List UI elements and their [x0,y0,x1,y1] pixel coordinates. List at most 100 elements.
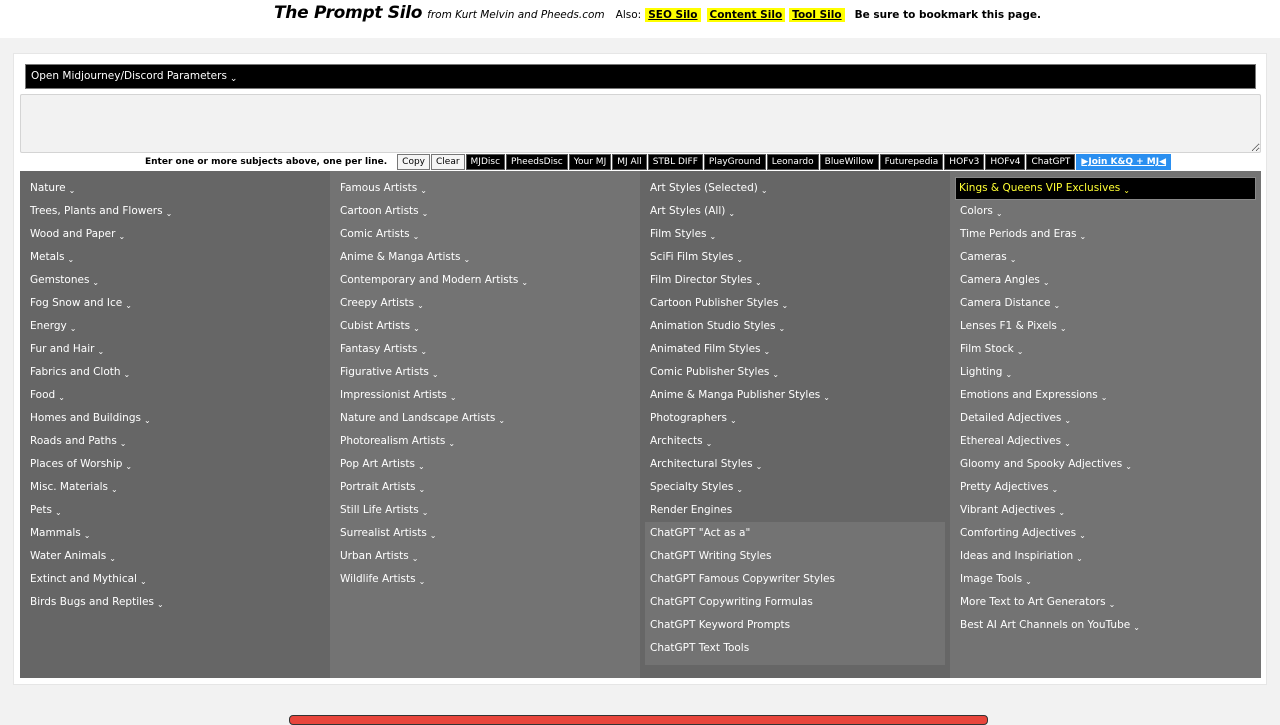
category-item[interactable]: Still Life Artists ⌄ [330,499,640,522]
category-item[interactable]: Time Periods and Eras ⌄ [950,223,1261,246]
category-item[interactable]: Cartoon Publisher Styles ⌄ [640,292,950,315]
category-item[interactable]: Mammals ⌄ [20,522,330,545]
category-item[interactable]: Film Styles ⌄ [640,223,950,246]
category-label: Pop Art Artists [340,458,415,470]
category-item[interactable]: Ethereal Adjectives ⌄ [950,430,1261,453]
category-item[interactable]: Water Animals ⌄ [20,545,330,568]
vip-exclusives-item[interactable]: Kings & Queens VIP Exclusives ⌄ [955,177,1256,200]
category-item[interactable]: Architectural Styles ⌄ [640,453,950,476]
category-item[interactable]: Render Engines [640,499,950,522]
category-item[interactable]: Birds Bugs and Reptiles ⌄ [20,591,330,614]
category-item[interactable]: ChatGPT "Act as a" [645,522,945,545]
category-item[interactable]: Art Styles (Selected) ⌄ [640,177,950,200]
category-item[interactable]: Food ⌄ [20,384,330,407]
category-item[interactable]: Film Director Styles ⌄ [640,269,950,292]
category-item[interactable]: Comic Artists ⌄ [330,223,640,246]
category-item[interactable]: Wildlife Artists ⌄ [330,568,640,591]
category-item[interactable]: Film Stock ⌄ [950,338,1261,361]
category-item[interactable]: SciFi Film Styles ⌄ [640,246,950,269]
category-item[interactable]: Photorealism Artists ⌄ [330,430,640,453]
category-item[interactable]: Misc. Materials ⌄ [20,476,330,499]
category-item[interactable]: Photographers ⌄ [640,407,950,430]
category-item[interactable]: Cameras ⌄ [950,246,1261,269]
category-item[interactable]: Pets ⌄ [20,499,330,522]
category-item[interactable]: Anime & Manga Publisher Styles ⌄ [640,384,950,407]
category-item[interactable]: Animated Film Styles ⌄ [640,338,950,361]
category-item[interactable]: Vibrant Adjectives ⌄ [950,499,1261,522]
category-item[interactable]: Impressionist Artists ⌄ [330,384,640,407]
category-item[interactable]: Best AI Art Channels on YouTube ⌄ [950,614,1261,637]
category-item[interactable]: Energy ⌄ [20,315,330,338]
category-item[interactable]: Ideas and Inspiriation ⌄ [950,545,1261,568]
category-item[interactable]: Surrealist Artists ⌄ [330,522,640,545]
category-item[interactable]: Detailed Adjectives ⌄ [950,407,1261,430]
category-item[interactable]: ChatGPT Writing Styles [645,545,945,568]
category-item[interactable]: Urban Artists ⌄ [330,545,640,568]
chatgpt-button[interactable]: ChatGPT [1026,154,1076,170]
category-item[interactable]: Gloomy and Spooky Adjectives ⌄ [950,453,1261,476]
stbl-diff-button[interactable]: STBL DIFF [647,154,703,170]
pheedsdisc-button[interactable]: PheedsDisc [506,154,568,170]
category-item[interactable]: ChatGPT Copywriting Formulas [645,591,945,614]
category-item[interactable]: Fantasy Artists ⌄ [330,338,640,361]
category-item[interactable]: Trees, Plants and Flowers ⌄ [20,200,330,223]
category-item[interactable]: Wood and Paper ⌄ [20,223,330,246]
category-item[interactable]: Specialty Styles ⌄ [640,476,950,499]
category-item[interactable]: More Text to Art Generators ⌄ [950,591,1261,614]
category-item[interactable]: Cubist Artists ⌄ [330,315,640,338]
category-item[interactable]: Fur and Hair ⌄ [20,338,330,361]
bluewillow-button[interactable]: BlueWillow [819,154,879,170]
category-item[interactable]: Places of Worship ⌄ [20,453,330,476]
join-kq-mj-button[interactable]: ▶Join K&Q + MJ◀ [1076,154,1172,170]
category-item[interactable]: Famous Artists ⌄ [330,177,640,200]
category-item[interactable]: Architects ⌄ [640,430,950,453]
category-item[interactable]: ChatGPT Famous Copywriter Styles [645,568,945,591]
category-item[interactable]: Nature and Landscape Artists ⌄ [330,407,640,430]
category-item[interactable]: Lighting ⌄ [950,361,1261,384]
red-banner[interactable] [289,715,988,725]
category-item[interactable]: Camera Distance ⌄ [950,292,1261,315]
category-item[interactable]: Comic Publisher Styles ⌄ [640,361,950,384]
tool-silo-link[interactable]: Tool Silo [789,8,845,22]
content-silo-link[interactable]: Content Silo [706,8,786,22]
midjourney-params-toggle[interactable]: Open Midjourney/Discord Parameters ⌄ [25,64,1256,89]
hofv4-button[interactable]: HOFv4 [985,154,1026,170]
category-item[interactable]: Emotions and Expressions ⌄ [950,384,1261,407]
mj-all-button[interactable]: MJ All [612,154,647,170]
category-item[interactable]: Gemstones ⌄ [20,269,330,292]
copy-button[interactable]: Copy [397,154,430,170]
category-item[interactable]: Nature ⌄ [20,177,330,200]
category-item[interactable]: Figurative Artists ⌄ [330,361,640,384]
category-item[interactable]: Lenses F1 & Pixels ⌄ [950,315,1261,338]
category-item[interactable]: Art Styles (All) ⌄ [640,200,950,223]
category-item[interactable]: Cartoon Artists ⌄ [330,200,640,223]
category-item[interactable]: Comforting Adjectives ⌄ [950,522,1261,545]
mjdisc-button[interactable]: MJDisc [465,154,506,170]
your-mj-button[interactable]: Your MJ [568,154,612,170]
category-item[interactable]: Anime & Manga Artists ⌄ [330,246,640,269]
category-item[interactable]: Metals ⌄ [20,246,330,269]
category-item[interactable]: Homes and Buildings ⌄ [20,407,330,430]
category-item[interactable]: Pretty Adjectives ⌄ [950,476,1261,499]
category-item[interactable]: Contemporary and Modern Artists ⌄ [330,269,640,292]
category-item[interactable]: Image Tools ⌄ [950,568,1261,591]
category-item[interactable]: Colors ⌄ [950,200,1261,223]
category-item[interactable]: ChatGPT Keyword Prompts [645,614,945,637]
playground-button[interactable]: PlayGround [703,154,766,170]
category-item[interactable]: Creepy Artists ⌄ [330,292,640,315]
clear-button[interactable]: Clear [431,154,465,170]
seo-silo-link[interactable]: SEO Silo [645,8,701,22]
category-item[interactable]: Fog Snow and Ice ⌄ [20,292,330,315]
category-item[interactable]: Animation Studio Styles ⌄ [640,315,950,338]
category-item[interactable]: ChatGPT Text Tools [645,637,945,660]
subject-input[interactable] [20,94,1261,153]
futurepedia-button[interactable]: Futurepedia [879,154,944,170]
category-item[interactable]: Extinct and Mythical ⌄ [20,568,330,591]
category-item[interactable]: Pop Art Artists ⌄ [330,453,640,476]
leonardo-button[interactable]: Leonardo [766,154,819,170]
category-item[interactable]: Roads and Paths ⌄ [20,430,330,453]
category-item[interactable]: Fabrics and Cloth ⌄ [20,361,330,384]
category-item[interactable]: Camera Angles ⌄ [950,269,1261,292]
hofv3-button[interactable]: HOFv3 [944,154,985,170]
category-item[interactable]: Portrait Artists ⌄ [330,476,640,499]
